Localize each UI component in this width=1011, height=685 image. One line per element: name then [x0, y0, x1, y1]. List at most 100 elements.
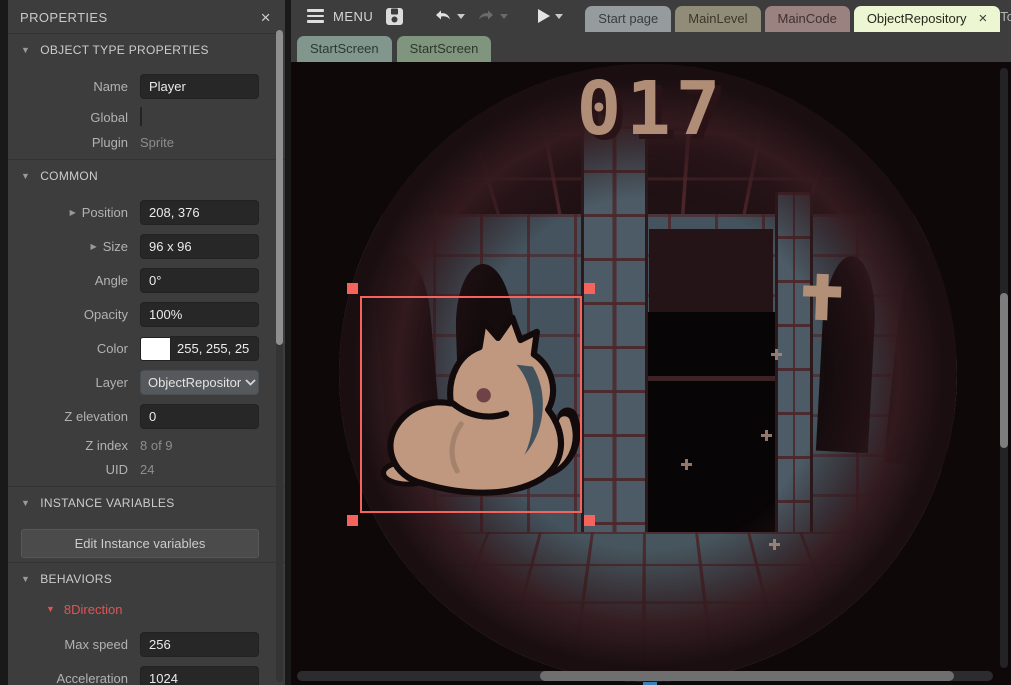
section-behaviors[interactable]: ▼ BEHAVIORS — [8, 562, 285, 594]
redo-button[interactable] — [471, 6, 514, 26]
angle-input[interactable] — [140, 268, 259, 293]
selection-handle-bottom-left[interactable] — [347, 515, 358, 526]
property-row-angle: Angle — [8, 268, 285, 293]
room-number-sprite[interactable]: 017 — [541, 66, 761, 152]
opacity-input[interactable] — [140, 302, 259, 327]
tab-objectrepository[interactable]: ObjectRepository × — [854, 6, 1000, 32]
plugin-label: Plugin — [8, 135, 128, 150]
z-elevation-input[interactable] — [140, 404, 259, 429]
undo-button[interactable] — [428, 6, 471, 26]
property-row-uid: UID 24 — [8, 462, 285, 477]
properties-scrollbar-thumb[interactable] — [276, 30, 283, 345]
subtab-startscreen-2[interactable]: StartScreen — [397, 36, 492, 62]
preview-button[interactable] — [532, 6, 569, 26]
canvas-horizontal-scrollbar-thumb[interactable] — [540, 671, 954, 681]
menu-button[interactable]: MENU — [301, 5, 379, 28]
selection-handle-top-right[interactable] — [584, 283, 595, 294]
selection-box[interactable] — [360, 296, 582, 513]
canvas-horizontal-scrollbar[interactable] — [297, 671, 993, 681]
cross-sprite[interactable] — [802, 273, 842, 320]
behavior-name: 8Direction — [64, 602, 123, 617]
properties-panel: PROPERTIES × ▼ OBJECT TYPE PROPERTIES Na… — [8, 0, 285, 685]
origin-cross-marker — [771, 349, 782, 360]
color-input[interactable] — [170, 336, 259, 361]
global-checkbox[interactable] — [140, 107, 142, 126]
save-icon — [385, 7, 404, 26]
section-title: INSTANCE VARIABLES — [40, 496, 174, 510]
play-icon — [538, 9, 550, 23]
layout-canvas[interactable]: 017 — [291, 62, 1011, 685]
layer-dropdown[interactable]: ObjectRepositor — [140, 370, 259, 395]
origin-cross-marker — [681, 459, 692, 470]
name-input[interactable] — [140, 74, 259, 99]
user-chip[interactable]: Tom — [1000, 5, 1011, 28]
name-label: Name — [8, 79, 128, 94]
position-input[interactable] — [140, 200, 259, 225]
property-row-name: Name — [8, 74, 285, 99]
plugin-value: Sprite — [140, 135, 259, 150]
undo-dropdown-icon[interactable] — [457, 14, 465, 19]
collapse-triangle-icon: ▼ — [46, 605, 55, 614]
acceleration-input[interactable] — [140, 666, 259, 685]
preview-dropdown-icon[interactable] — [555, 14, 563, 19]
acceleration-label: Acceleration — [8, 671, 128, 685]
z-index-value: 8 of 9 — [140, 438, 259, 453]
max-speed-input[interactable] — [140, 632, 259, 657]
angle-label: Angle — [8, 273, 128, 288]
collapse-triangle-icon: ▼ — [21, 499, 30, 508]
opacity-label: Opacity — [8, 307, 128, 322]
property-row-layer: Layer ObjectRepositor — [8, 370, 285, 395]
tab-mainlevel[interactable]: MainLevel — [675, 6, 760, 32]
chevron-down-icon — [245, 379, 256, 386]
section-title: BEHAVIORS — [40, 572, 112, 586]
tab-label: Start page — [598, 11, 658, 26]
properties-panel-header: PROPERTIES × — [8, 0, 285, 33]
editor-tabs: Start page MainLevel MainCode ObjectRepo… — [585, 0, 1000, 32]
expand-triangle-icon[interactable]: ▶ — [70, 208, 76, 217]
tab-maincode[interactable]: MainCode — [765, 6, 850, 32]
properties-panel-title: PROPERTIES — [20, 10, 108, 25]
property-row-max-speed: Max speed — [8, 632, 285, 657]
property-row-plugin: Plugin Sprite — [8, 135, 285, 150]
subtab-label: StartScreen — [410, 41, 479, 56]
property-row-size: ▶ Size — [8, 234, 285, 259]
property-row-position: ▶ Position — [8, 200, 285, 225]
menu-label: MENU — [333, 9, 373, 24]
canvas-vertical-scrollbar[interactable] — [1000, 68, 1008, 668]
topbar: MENU — [291, 0, 1011, 62]
layer-label: Layer — [8, 375, 128, 390]
origin-cross-marker — [769, 539, 780, 550]
selection-handle-top-left[interactable] — [347, 283, 358, 294]
color-label: Color — [8, 341, 128, 356]
tab-label: ObjectRepository — [867, 11, 967, 26]
save-button[interactable] — [379, 4, 410, 29]
subtab-startscreen-1[interactable]: StartScreen — [297, 36, 392, 62]
section-instance-variables[interactable]: ▼ INSTANCE VARIABLES — [8, 486, 285, 518]
origin-cross-marker — [761, 430, 772, 441]
section-object-type-properties[interactable]: ▼ OBJECT TYPE PROPERTIES — [8, 33, 285, 65]
canvas-vertical-scrollbar-thumb[interactable] — [1000, 293, 1008, 448]
behavior-8direction[interactable]: ▼ 8Direction — [8, 594, 285, 623]
expand-triangle-icon[interactable]: ▶ — [91, 242, 97, 251]
size-input[interactable] — [140, 234, 259, 259]
property-row-z-elevation: Z elevation — [8, 404, 285, 429]
section-title: COMMON — [40, 169, 98, 183]
undo-icon — [434, 9, 452, 23]
close-icon[interactable]: × — [259, 9, 273, 26]
layer-dropdown-value: ObjectRepositor — [148, 375, 241, 390]
uid-label: UID — [8, 462, 128, 477]
properties-scrollbar[interactable] — [276, 30, 283, 682]
door-upper-shadow — [649, 229, 773, 315]
position-label: Position — [82, 205, 128, 220]
color-swatch[interactable] — [140, 337, 170, 361]
tab-start-page[interactable]: Start page — [585, 6, 671, 32]
section-common[interactable]: ▼ COMMON — [8, 159, 285, 191]
close-icon[interactable]: × — [979, 11, 988, 26]
property-row-acceleration: Acceleration — [8, 666, 285, 685]
selection-handle-bottom-right[interactable] — [584, 515, 595, 526]
edit-instance-variables-button[interactable]: Edit Instance variables — [21, 529, 259, 558]
z-elevation-label: Z elevation — [8, 409, 128, 424]
hamburger-icon — [307, 9, 324, 23]
global-label: Global — [8, 110, 128, 125]
layout-subtabs: StartScreen StartScreen — [291, 32, 1011, 62]
